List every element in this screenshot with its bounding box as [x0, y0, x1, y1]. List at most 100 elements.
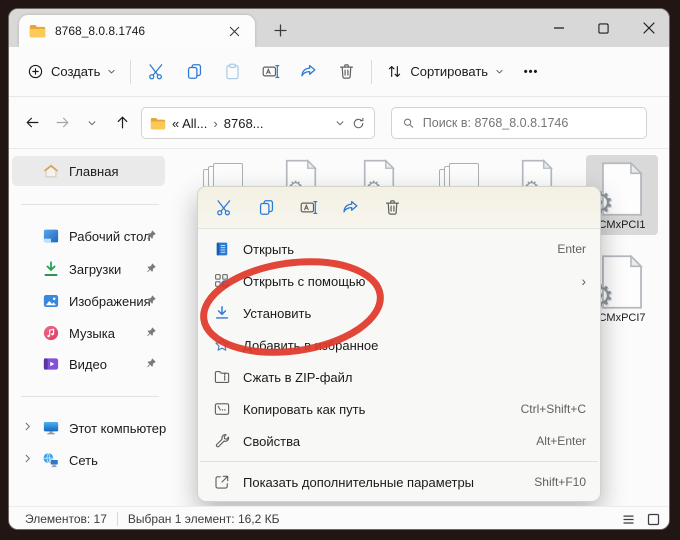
delete-icon — [339, 64, 353, 79]
sidebar-item-downloads[interactable]: Загрузки — [12, 254, 165, 284]
expand-chevron-icon[interactable] — [22, 453, 33, 464]
sidebar-item-label: Сеть — [69, 452, 98, 468]
delete-icon — [385, 200, 399, 215]
sidebar-item-label: Рабочий стол — [69, 228, 151, 244]
rename-button[interactable] — [290, 193, 326, 223]
sidebar-item-video[interactable]: Видео — [12, 349, 165, 379]
this-pc-icon — [42, 419, 60, 437]
up-button[interactable] — [107, 108, 137, 138]
cut-button[interactable] — [137, 55, 175, 89]
share-icon — [301, 64, 316, 77]
paste-icon — [226, 63, 239, 80]
desktop-icon — [42, 227, 60, 245]
context-menu-items: Открыть Enter Открыть с помощью › Устано… — [198, 229, 600, 501]
new-button[interactable]: Создать — [19, 57, 124, 86]
sort-button[interactable]: Сортировать — [378, 57, 512, 86]
sidebar-item-this-pc[interactable]: Этот компьютер — [12, 413, 166, 443]
chevron-down-icon — [496, 69, 503, 74]
menu-item-open-with[interactable]: Открыть с помощью › — [198, 265, 600, 297]
menu-item-shortcut: Ctrl+Shift+C — [520, 402, 586, 416]
tab-bar: 8768_8.0.8.1746 — [9, 9, 669, 47]
recent-locations-button[interactable] — [77, 108, 107, 138]
search-input[interactable] — [422, 116, 636, 130]
folder-icon — [29, 24, 46, 38]
open-with-icon — [212, 272, 231, 291]
breadcrumb[interactable]: « All... › 8768... — [141, 107, 375, 139]
menu-item-label: Свойства — [243, 433, 301, 449]
more-options-icon — [212, 473, 231, 492]
downloads-icon — [42, 260, 60, 278]
context-menu-quick-actions — [198, 187, 600, 229]
menu-item-compress-zip[interactable]: Сжать в ZIP-файл — [198, 361, 600, 393]
tab-close-icon[interactable] — [223, 20, 245, 42]
menu-item-shortcut: Shift+F10 — [534, 475, 586, 489]
menu-item-properties[interactable]: Свойства Alt+Enter — [198, 425, 600, 457]
sidebar-item-label: Изображения — [69, 293, 151, 309]
see-more-button[interactable]: ••• — [512, 55, 550, 89]
file-label: CMxPCI1 — [598, 219, 646, 231]
back-button[interactable] — [17, 108, 47, 138]
menu-item-show-more-options[interactable]: Показать дополнительные параметры Shift+… — [198, 466, 600, 498]
refresh-icon[interactable] — [351, 116, 366, 131]
breadcrumb-root[interactable]: « All... — [172, 116, 207, 131]
sidebar-item-pictures[interactable]: Изображения — [12, 286, 165, 316]
menu-item-shortcut: Enter — [557, 242, 586, 256]
share-icon — [342, 200, 357, 213]
sidebar-item-network[interactable]: Сеть — [12, 445, 165, 475]
delete-button[interactable] — [374, 193, 410, 223]
new-tab-icon[interactable] — [269, 19, 291, 41]
copy-button[interactable] — [175, 55, 213, 89]
share-button[interactable] — [332, 193, 368, 223]
pictures-icon — [42, 292, 60, 310]
navigation-pane: Главная Рабочий стол Загрузки Изображени… — [9, 149, 171, 506]
items-count: Элементов: 17 — [25, 512, 107, 526]
details-view-icon[interactable] — [621, 512, 636, 527]
chevron-down-icon — [88, 120, 96, 125]
menu-item-copy-as-path[interactable]: Копировать как путь Ctrl+Shift+C — [198, 393, 600, 425]
pin-icon — [145, 357, 157, 369]
menu-item-open[interactable]: Открыть Enter — [198, 233, 600, 265]
rename-button[interactable] — [251, 55, 289, 89]
menu-item-add-favorite[interactable]: Добавить в избранное — [198, 329, 600, 361]
selection-info: Выбран 1 элемент: 16,2 КБ — [127, 512, 280, 526]
sidebar-item-music[interactable]: Музыка — [12, 318, 165, 348]
copy-icon — [187, 64, 201, 79]
install-icon — [212, 304, 231, 323]
copy-icon — [259, 200, 273, 215]
network-icon — [42, 451, 60, 469]
cut-button[interactable] — [206, 193, 242, 223]
submenu-chevron-icon: › — [581, 273, 586, 289]
sidebar-item-desktop[interactable]: Рабочий стол — [12, 221, 165, 251]
forward-icon — [56, 117, 68, 128]
paste-button[interactable] — [213, 55, 251, 89]
tab-current[interactable]: 8768_8.0.8.1746 — [19, 15, 255, 47]
back-icon — [26, 117, 38, 128]
menu-divider — [200, 461, 598, 462]
forward-button[interactable] — [47, 108, 77, 138]
menu-item-label: Добавить в избранное — [243, 337, 379, 353]
open-icon — [212, 240, 231, 259]
address-bar-row: « All... › 8768... — [9, 97, 669, 149]
expand-chevron-icon[interactable] — [22, 421, 33, 432]
large-icons-view-icon[interactable] — [646, 512, 661, 527]
search-box[interactable] — [391, 107, 647, 139]
new-button-label: Создать — [51, 64, 101, 79]
menu-item-install[interactable]: Установить — [198, 297, 600, 329]
minimize-button[interactable] — [536, 9, 581, 47]
breadcrumb-current[interactable]: 8768... — [224, 116, 264, 131]
address-dropdown-icon[interactable] — [335, 118, 345, 128]
close-button[interactable] — [626, 9, 669, 47]
toolbar-divider — [130, 59, 132, 84]
maximize-button[interactable] — [581, 9, 626, 47]
sidebar-item-home[interactable]: Главная — [12, 156, 165, 186]
copy-button[interactable] — [248, 193, 284, 223]
delete-button[interactable] — [327, 55, 365, 89]
status-bar: Элементов: 17 Выбран 1 элемент: 16,2 КБ — [9, 506, 669, 529]
window-controls — [536, 9, 669, 47]
breadcrumb-separator: › — [213, 115, 218, 131]
share-button[interactable] — [289, 55, 327, 89]
sidebar-item-label: Главная — [69, 163, 119, 179]
see-more-icon: ••• — [523, 65, 539, 78]
cut-icon — [216, 200, 230, 216]
chevron-down-icon — [108, 69, 115, 74]
